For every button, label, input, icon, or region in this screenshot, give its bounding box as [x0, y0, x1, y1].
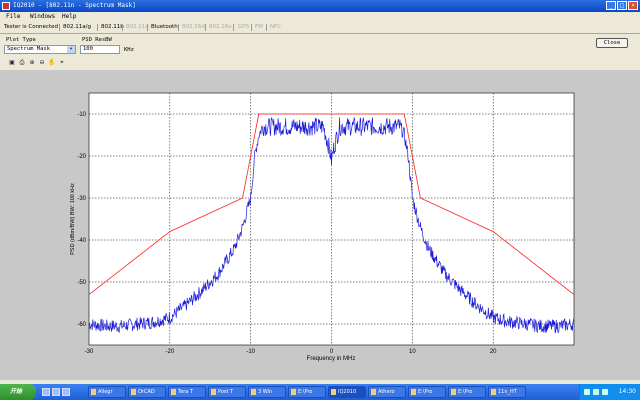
start-button[interactable]: 开始 [0, 384, 36, 400]
quick-launch-icon[interactable] [62, 388, 70, 396]
app-icon [451, 389, 456, 395]
taskbar-item[interactable]: 11n_HT [488, 386, 526, 398]
taskbar-item[interactable]: OrCAD [128, 386, 166, 398]
app-icon [371, 389, 376, 395]
x-tick-label: -20 [165, 349, 174, 355]
x-tick-label: -30 [85, 349, 94, 355]
taskbar-item[interactable]: Post T [208, 386, 246, 398]
taskbar-item[interactable]: E:\Pro [408, 386, 446, 398]
system-tray: 14:30 [579, 384, 640, 400]
taskbar-item[interactable]: E:\Pro [288, 386, 326, 398]
network-icon[interactable] [584, 389, 590, 395]
taskbar: 开始 Allegr OrCAD Tera T Post T 3 Win E:\P… [0, 384, 640, 400]
x-tick-label: -10 [246, 349, 255, 355]
app-icon [91, 389, 96, 395]
spectrum-chart[interactable]: -30 -20 -10 0 10 20 -10 -20 -30 -40 -50 -60 Frequen… [0, 0, 640, 400]
quick-launch-icon[interactable] [42, 388, 50, 396]
taskbar-item[interactable]: Tera T [168, 386, 206, 398]
x-tick-label: 0 [330, 349, 334, 355]
taskbar-item[interactable]: 3 Win [248, 386, 286, 398]
taskbar-item[interactable]: Athero [368, 386, 406, 398]
quick-launch-icon[interactable] [52, 388, 60, 396]
y-tick-label: -60 [77, 322, 86, 328]
app-icon [491, 389, 496, 395]
app-icon [291, 389, 296, 395]
clock: 14:30 [618, 388, 636, 395]
x-axis-label: Frequency in MHz [307, 356, 356, 362]
taskbar-item[interactable]: Allegr [88, 386, 126, 398]
x-tick-label: 20 [490, 349, 497, 355]
y-axis-label: PSD (dBm/BW) BW: 100 kHz [70, 183, 76, 255]
ime-icon[interactable] [602, 389, 608, 395]
app-icon [411, 389, 416, 395]
app-icon [171, 389, 176, 395]
x-tick-label: 10 [409, 349, 416, 355]
y-tick-label: -30 [77, 196, 86, 202]
volume-icon[interactable] [593, 389, 599, 395]
y-tick-label: -40 [77, 238, 86, 244]
y-tick-label: -20 [77, 154, 86, 160]
taskbar-item[interactable]: E:\Pro [448, 386, 486, 398]
y-tick-label: -50 [77, 280, 86, 286]
app-icon [251, 389, 256, 395]
app-icon [211, 389, 216, 395]
taskbar-item-active[interactable]: IQ2010 [328, 386, 366, 398]
app-icon [331, 389, 336, 395]
app-icon [131, 389, 136, 395]
y-tick-label: -10 [77, 112, 86, 118]
